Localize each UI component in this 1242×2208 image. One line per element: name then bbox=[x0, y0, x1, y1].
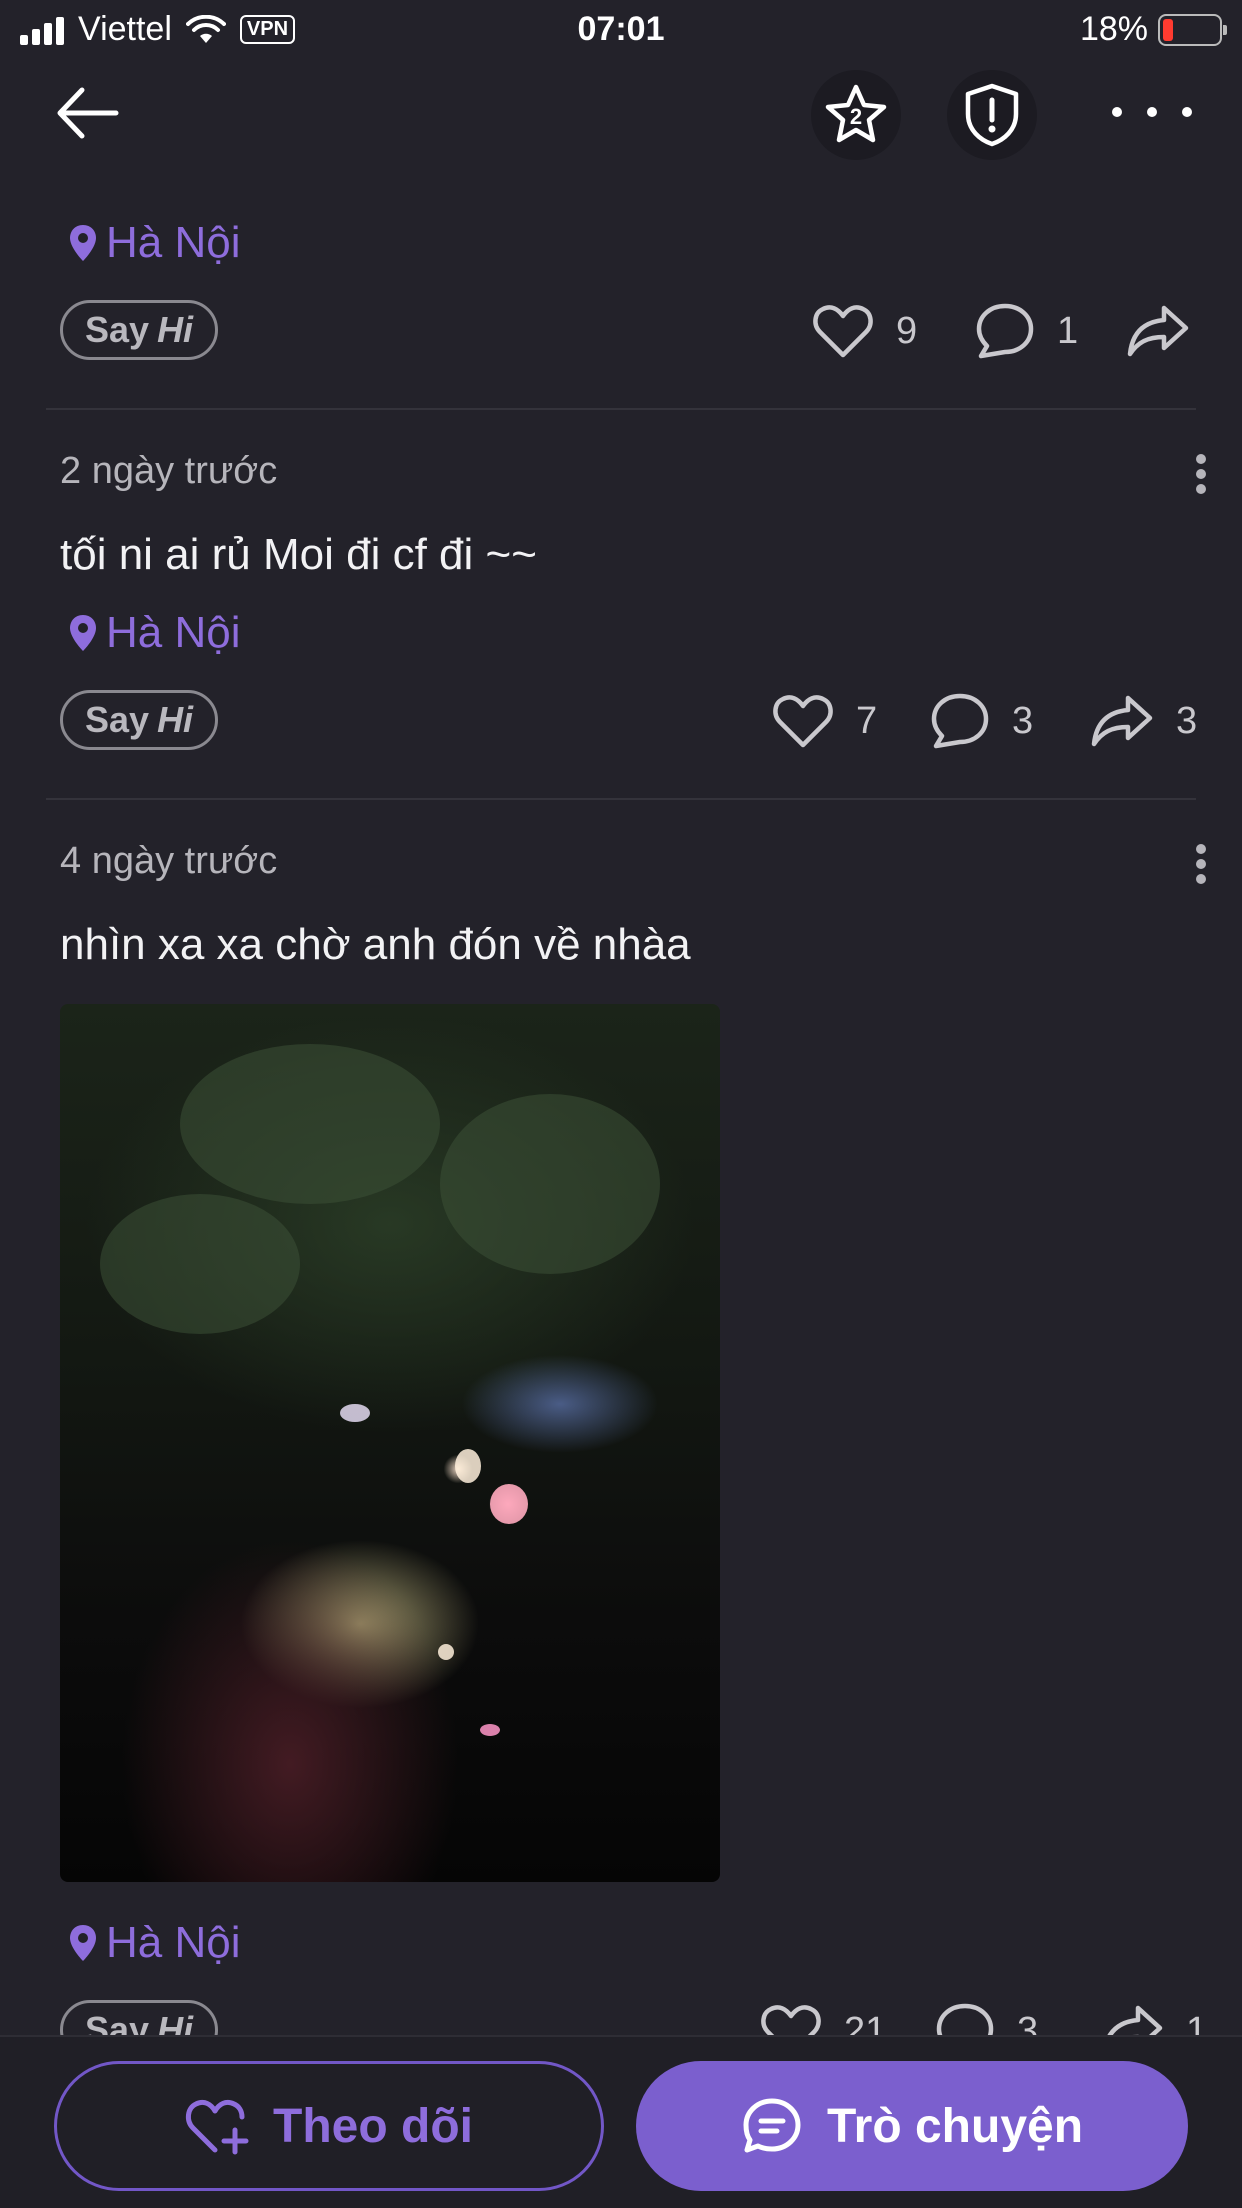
location-pin-icon bbox=[70, 615, 96, 651]
heart-plus-icon bbox=[186, 2099, 249, 2155]
battery-percent: 18% bbox=[1079, 10, 1148, 48]
post-actions: Say Hi 7 3 3 bbox=[0, 676, 1242, 766]
sayhi-button[interactable]: Say Hi bbox=[60, 2000, 219, 2035]
sayhi-hi: Hi bbox=[157, 2009, 194, 2035]
chat-bubble-icon bbox=[743, 2098, 801, 2153]
star-badge-number: 2 bbox=[850, 104, 862, 129]
comment-count: 3 bbox=[1012, 699, 1034, 742]
post-item: Hà Nội Say Hi 9 1 bbox=[0, 162, 1242, 410]
post-text: nhìn xa xa chờ anh đón về nhàa bbox=[60, 920, 691, 969]
chat-label: Trò chuyện bbox=[826, 2099, 1084, 2153]
location-text: Hà Nội bbox=[106, 1918, 241, 1967]
more-vertical-icon bbox=[1196, 454, 1206, 464]
location-pin-icon bbox=[70, 1925, 96, 1961]
post-timestamp: 2 ngày trước bbox=[60, 450, 278, 492]
share-count: 1 bbox=[1186, 2009, 1208, 2036]
location-text: Hà Nội bbox=[106, 608, 241, 657]
like-count: 9 bbox=[896, 309, 918, 352]
share-arrow-icon bbox=[1091, 695, 1153, 747]
status-bar-right: 18% bbox=[1079, 10, 1227, 49]
more-options-button[interactable] bbox=[1112, 92, 1192, 132]
back-button[interactable] bbox=[52, 80, 132, 150]
post-more-button[interactable] bbox=[1196, 454, 1208, 494]
post-location[interactable]: Hà Nội bbox=[0, 1918, 1242, 1968]
comment-count: 3 bbox=[1017, 2009, 1039, 2036]
post-location[interactable]: Hà Nội bbox=[0, 218, 1242, 268]
share-count: 3 bbox=[1176, 699, 1198, 742]
star-icon: 2 bbox=[825, 84, 887, 143]
comment-button[interactable]: 1 bbox=[975, 296, 1078, 366]
follow-label: Theo dõi bbox=[273, 2099, 473, 2153]
comment-button[interactable]: 3 bbox=[935, 1996, 1038, 2035]
sayhi-button[interactable]: Say Hi bbox=[60, 690, 219, 750]
bottom-action-bar: Theo dõi Trò chuyện bbox=[0, 2035, 1242, 2208]
post-item: 2 ngày trước tối ni ai rủ Moi đi cf đi ~… bbox=[0, 410, 1242, 800]
post-header: 4 ngày trước bbox=[0, 800, 1242, 886]
star-level-button[interactable]: 2 bbox=[811, 70, 901, 160]
like-button[interactable]: 7 bbox=[772, 686, 877, 756]
heart-icon bbox=[773, 695, 833, 748]
more-vertical-icon bbox=[1196, 844, 1206, 854]
post-actions: Say Hi 9 1 bbox=[0, 286, 1242, 376]
post-timestamp: 4 ngày trước bbox=[60, 840, 278, 882]
battery-icon bbox=[1158, 13, 1227, 46]
post-header: 2 ngày trước bbox=[0, 410, 1242, 496]
post-feed[interactable]: Hà Nội Say Hi 9 1 2 ngày trước tối ni ai … bbox=[0, 162, 1242, 2035]
sayhi-say: Say bbox=[85, 309, 150, 350]
like-button[interactable]: 21 bbox=[760, 1996, 886, 2035]
comment-bubble-icon bbox=[976, 303, 1034, 359]
location-text: Hà Nội bbox=[106, 218, 241, 267]
share-button[interactable]: 1 bbox=[1100, 1996, 1207, 2035]
sayhi-hi: Hi bbox=[157, 309, 194, 350]
sayhi-say: Say bbox=[85, 2009, 150, 2035]
like-count: 21 bbox=[844, 2009, 887, 2036]
share-button[interactable] bbox=[1126, 296, 1212, 366]
sayhi-hi: Hi bbox=[157, 699, 194, 740]
location-pin-icon bbox=[70, 225, 96, 261]
post-location[interactable]: Hà Nội bbox=[0, 608, 1242, 658]
like-count: 7 bbox=[856, 699, 878, 742]
chat-button[interactable]: Trò chuyện bbox=[636, 2061, 1188, 2191]
post-item: 4 ngày trước nhìn xa xa chờ anh đón về n… bbox=[0, 800, 1242, 2035]
status-bar: Viettel VPN 07:01 18% bbox=[0, 0, 1242, 62]
shield-exclamation-icon bbox=[965, 83, 1019, 147]
comment-count: 1 bbox=[1057, 309, 1079, 352]
like-button[interactable]: 9 bbox=[812, 296, 917, 366]
comment-bubble-icon bbox=[936, 2003, 994, 2035]
sayhi-button[interactable]: Say Hi bbox=[60, 300, 219, 360]
follow-button[interactable]: Theo dõi bbox=[54, 2061, 604, 2191]
heart-icon bbox=[761, 2005, 821, 2035]
share-arrow-icon bbox=[1127, 305, 1189, 357]
status-time: 07:01 bbox=[577, 10, 665, 48]
comment-button[interactable]: 3 bbox=[930, 686, 1033, 756]
post-actions: Say Hi 21 3 1 bbox=[0, 1986, 1242, 2035]
share-arrow-icon bbox=[1107, 2005, 1163, 2035]
comment-bubble-icon bbox=[931, 693, 989, 749]
post-more-button[interactable] bbox=[1196, 844, 1208, 884]
more-horizontal-icon bbox=[1112, 107, 1122, 117]
sayhi-say: Say bbox=[85, 699, 150, 740]
top-navigation: 2 bbox=[0, 62, 1242, 162]
post-photo[interactable] bbox=[60, 1004, 720, 1882]
arrow-left-icon bbox=[57, 87, 119, 139]
heart-icon bbox=[813, 305, 873, 358]
post-text: tối ni ai rủ Moi đi cf đi ~~ bbox=[60, 530, 537, 579]
report-button[interactable] bbox=[947, 70, 1037, 160]
share-button[interactable]: 3 bbox=[1090, 686, 1197, 756]
